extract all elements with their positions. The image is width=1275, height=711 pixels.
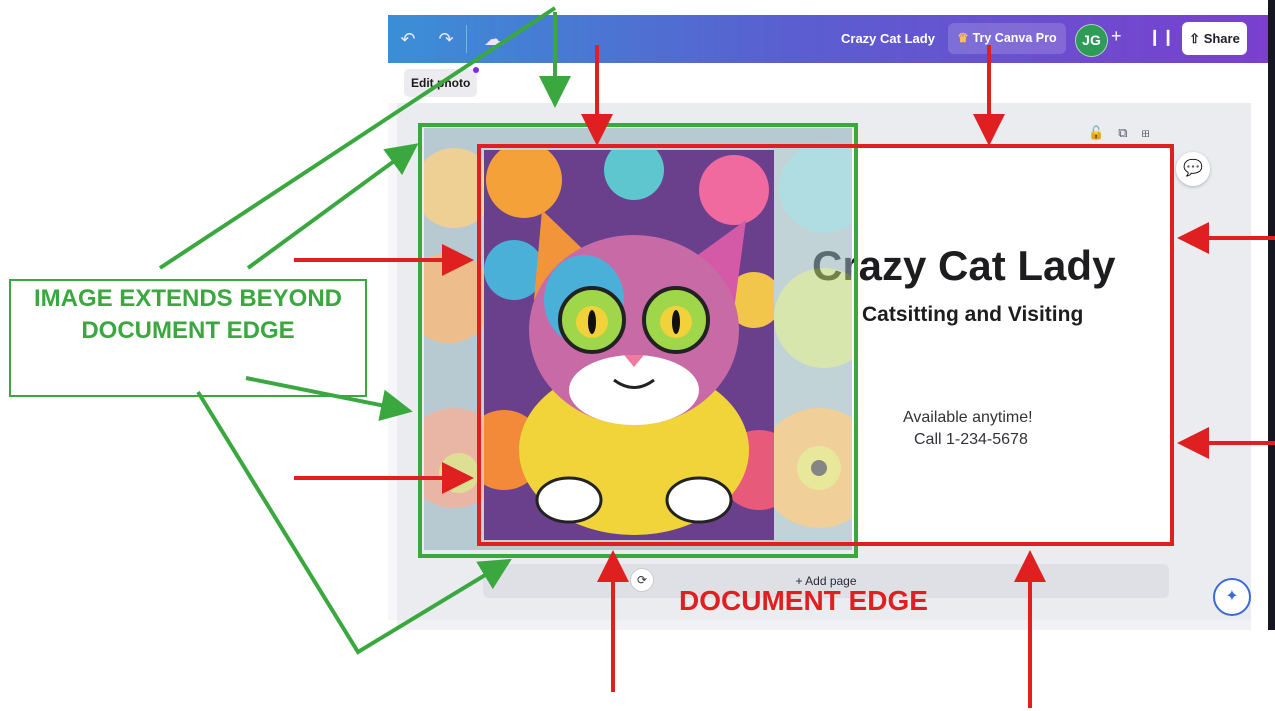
- design-availability-text[interactable]: Available anytime!: [903, 409, 1033, 427]
- try-canva-pro-button[interactable]: ♛ Try Canva Pro: [948, 23, 1066, 54]
- add-comment-icon[interactable]: 💬: [1176, 152, 1210, 186]
- magic-assistant-icon[interactable]: ✦: [1213, 578, 1251, 616]
- insights-icon[interactable]: ❙❙: [1148, 27, 1175, 47]
- image-extends-callout: IMAGE EXTENDS BEYOND DOCUMENT EDGE: [9, 279, 367, 397]
- edit-photo-label: Edit photo: [411, 76, 471, 90]
- notification-dot: [473, 67, 480, 73]
- bottom-bar: [397, 620, 1251, 630]
- try-canva-pro-label: Try Canva Pro: [972, 31, 1057, 45]
- document-edge-label: DOCUMENT EDGE: [679, 585, 928, 616]
- page-tools: 🔓⧉⊞: [1088, 125, 1164, 141]
- share-label: Share: [1203, 31, 1240, 46]
- context-toolbar: Edit photo: [388, 63, 1268, 103]
- share-button[interactable]: ⇧ Share: [1182, 22, 1247, 55]
- cat-image[interactable]: [424, 128, 852, 550]
- add-page-icon[interactable]: ⊞: [1141, 125, 1163, 140]
- image-extends-callout-text: IMAGE EXTENDS BEYOND DOCUMENT EDGE: [33, 285, 343, 344]
- avatar[interactable]: JG: [1075, 24, 1108, 57]
- window-edge: [1268, 0, 1275, 630]
- side-panel-edge: [388, 103, 397, 620]
- cloud-check-icon[interactable]: ☁: [482, 28, 504, 50]
- cat-illustration: [484, 150, 774, 540]
- document-title[interactable]: Crazy Cat Lady: [841, 31, 935, 46]
- redo-icon[interactable]: ↷: [435, 28, 457, 50]
- crown-icon: ♛: [957, 31, 969, 45]
- lock-icon[interactable]: 🔓: [1088, 125, 1118, 140]
- share-icon: ⇧: [1189, 31, 1201, 46]
- rotate-icon[interactable]: ⟳: [630, 568, 654, 592]
- undo-icon[interactable]: ↶: [397, 28, 419, 50]
- edit-photo-button[interactable]: Edit photo: [404, 67, 480, 97]
- design-headline[interactable]: Crazy Cat Lady: [812, 242, 1115, 290]
- add-collaborator-button[interactable]: +: [1111, 26, 1122, 47]
- toolbar-divider: [466, 25, 467, 53]
- design-phone-text[interactable]: Call 1-234-5678: [914, 431, 1028, 449]
- duplicate-icon[interactable]: ⧉: [1118, 125, 1141, 140]
- editor-top-bar: ↶ ↷ ☁ Crazy Cat Lady ♛ Try Canva Pro JG +…: [388, 15, 1268, 63]
- design-subheadline[interactable]: Catsitting and Visiting: [862, 303, 1083, 327]
